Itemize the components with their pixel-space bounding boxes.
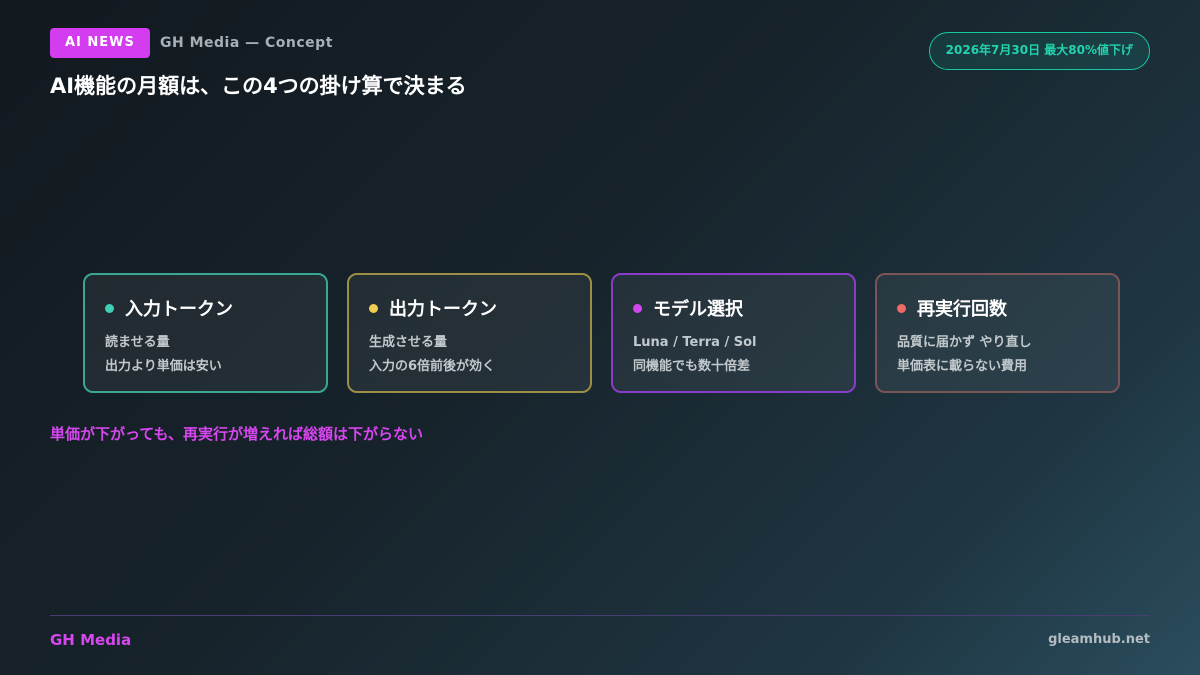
card-title: 出力トークン <box>389 299 497 320</box>
card-title: 再実行回数 <box>917 299 1007 320</box>
card-line: 品質に届かず やり直し <box>897 335 1032 350</box>
card-title: 入力トークン <box>125 299 233 320</box>
purple-dot-icon <box>633 303 642 313</box>
card-retry-count: 再実行回数 品質に届かず やり直し 単価表に載らない費用 <box>875 273 1120 393</box>
card-line: 出力より単価は安い <box>105 359 222 374</box>
card-title: モデル選択 <box>653 299 743 320</box>
teal-dot-icon <box>105 303 114 313</box>
footer-brand: GH Media <box>50 631 132 649</box>
footer-url: gleamhub.net <box>1048 632 1150 647</box>
red-dot-icon <box>897 303 906 313</box>
news-badge: AI NEWS <box>50 28 150 58</box>
card-line: Luna / Terra / Sol <box>633 335 757 350</box>
card-line: 同機能でも数十倍差 <box>633 359 751 374</box>
yellow-dot-icon <box>369 303 378 313</box>
date-pill: 2026年7月30日 最大80%値下げ <box>928 32 1150 70</box>
card-model-selection: モデル選択 Luna / Terra / Sol 同機能でも数十倍差 <box>611 273 856 393</box>
card-line: 単価表に載らない費用 <box>897 359 1028 374</box>
card-output-tokens: 出力トークン 生成させる量 入力の6倍前後が効く <box>347 273 592 393</box>
card-line: 入力の6倍前後が効く <box>369 359 496 374</box>
footer-divider <box>50 615 1150 616</box>
factor-cards: 入力トークン 読ませる量 出力より単価は安い 出力トークン 生成させる量 入力の… <box>83 273 1120 393</box>
card-line: 読ませる量 <box>105 335 170 350</box>
highlight-note: 単価が下がっても、再実行が増えれば総額は下がらない <box>50 425 424 443</box>
card-input-tokens: 入力トークン 読ませる量 出力より単価は安い <box>83 273 328 393</box>
card-line: 生成させる量 <box>369 335 448 350</box>
page-title: AI機能の月額は、この4つの掛け算で決まる <box>50 74 467 98</box>
brand-concept-label: GH Media — Concept <box>160 35 333 51</box>
